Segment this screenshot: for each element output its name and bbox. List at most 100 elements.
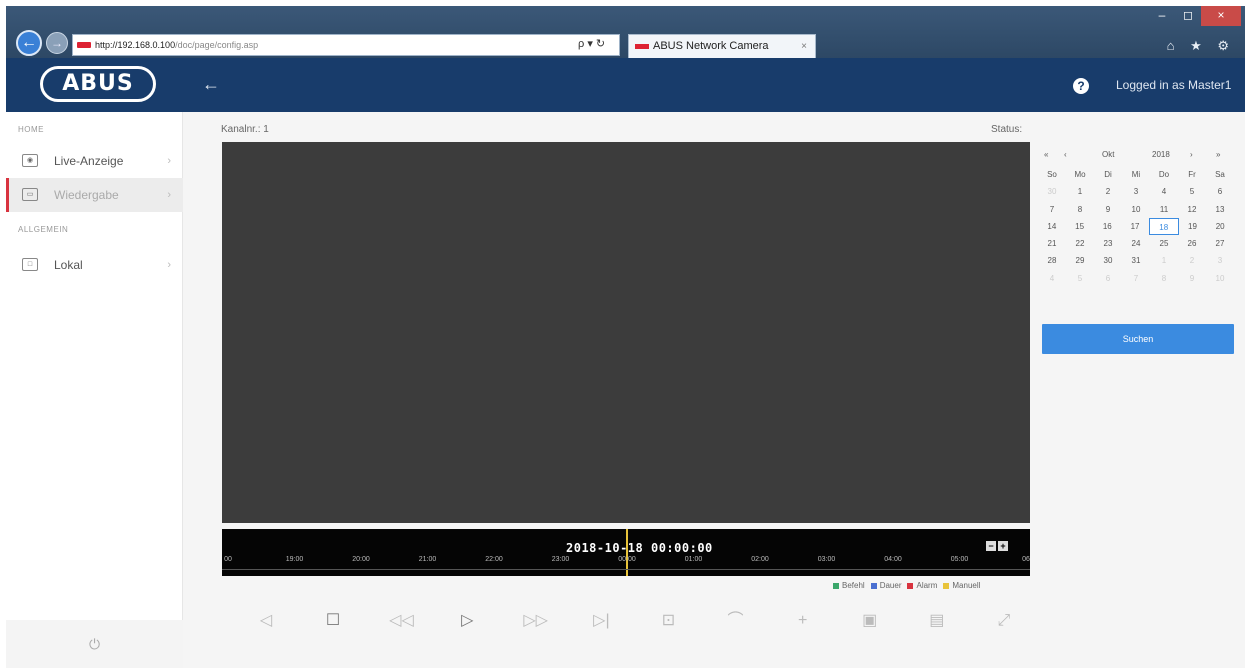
calendar-day[interactable]: 23 xyxy=(1094,235,1122,252)
calendar-day[interactable]: 30 xyxy=(1094,252,1122,269)
calendar-day[interactable]: 11 xyxy=(1150,201,1178,218)
close-window-button[interactable]: × xyxy=(1201,6,1241,26)
browser-tab[interactable]: ABUS Network Camera × xyxy=(628,34,816,58)
calendar-day[interactable]: 16 xyxy=(1093,218,1121,235)
calendar-day[interactable]: 4 xyxy=(1038,270,1066,287)
calendar-day[interactable]: 7 xyxy=(1122,270,1150,287)
slow-down-icon[interactable]: ◁◁ xyxy=(389,610,414,632)
calendar-day[interactable]: 4 xyxy=(1150,183,1178,200)
sidebar-item-lokal[interactable]: □ Lokal › xyxy=(6,248,183,282)
tab-close-icon[interactable]: × xyxy=(801,35,807,58)
fullscreen-icon[interactable]: ⤢ xyxy=(993,610,1015,632)
calendar-week-row: 30 1 2 3 4 5 6 xyxy=(1038,183,1234,200)
calendar-day[interactable]: 5 xyxy=(1066,270,1094,287)
calendar-day[interactable]: 8 xyxy=(1066,201,1094,218)
minimize-button[interactable]: – xyxy=(1149,6,1175,26)
browser-back-button[interactable]: ← xyxy=(16,30,42,56)
calendar-year[interactable]: 2018 xyxy=(1152,150,1170,159)
weekday-label: Fr xyxy=(1188,170,1196,179)
calendar-day[interactable]: 5 xyxy=(1178,183,1206,200)
next-year-icon[interactable]: » xyxy=(1216,150,1220,159)
help-icon[interactable]: ? xyxy=(1073,78,1089,94)
calendar-day[interactable]: 10 xyxy=(1122,201,1150,218)
calendar-day[interactable]: 2 xyxy=(1178,252,1206,269)
weekday-label: Di xyxy=(1104,170,1112,179)
url-path: /doc/page/config.asp xyxy=(175,40,259,50)
calendar-day[interactable]: 17 xyxy=(1121,218,1149,235)
calendar-day[interactable]: 26 xyxy=(1178,235,1206,252)
calendar-day[interactable]: 29 xyxy=(1066,252,1094,269)
browser-toolbar-icons[interactable]: ⌂ ★ ⚙ xyxy=(1167,38,1235,54)
playback-timeline[interactable]: 2018-10-18 00:00:00 − + 00 19:00 20:00 21:0… xyxy=(222,529,1030,576)
play-icon[interactable]: ▷ xyxy=(456,610,478,632)
clip-icon[interactable]: ⌒ xyxy=(725,610,747,632)
zoom-in-icon[interactable]: + xyxy=(998,541,1008,551)
legend-swatch xyxy=(833,582,839,589)
browser-forward-button[interactable]: → xyxy=(46,32,68,54)
login-status[interactable]: Logged in as Master1 xyxy=(1116,78,1231,92)
back-arrow-icon[interactable]: ← xyxy=(202,74,220,95)
legend-item: Alarm xyxy=(907,581,937,590)
calendar-day[interactable]: 3 xyxy=(1122,183,1150,200)
digital-zoom-icon[interactable]: + xyxy=(792,610,814,632)
calendar-day[interactable]: 10 xyxy=(1206,270,1234,287)
calendar-day[interactable]: 9 xyxy=(1094,201,1122,218)
calendar-day[interactable]: 1 xyxy=(1150,252,1178,269)
prev-year-icon[interactable]: « xyxy=(1044,150,1048,159)
local-settings-icon: □ xyxy=(22,258,38,271)
volume-icon[interactable]: ◁ xyxy=(255,610,277,632)
calendar-day[interactable]: 21 xyxy=(1038,235,1066,252)
calendar-day[interactable]: 8 xyxy=(1150,270,1178,287)
sidebar-item-label: Live-Anzeige xyxy=(54,154,124,168)
stop-icon[interactable]: ☐ xyxy=(322,610,344,632)
legend-label: Befehl xyxy=(842,581,865,590)
calendar-day[interactable]: 13 xyxy=(1206,201,1234,218)
sidebar-item-live-anzeige[interactable]: ◉ Live-Anzeige › xyxy=(6,144,183,178)
calendar-day[interactable]: 2 xyxy=(1094,183,1122,200)
snapshot-icon[interactable]: ⊡ xyxy=(657,610,679,632)
single-frame-icon[interactable]: ▷| xyxy=(590,610,612,632)
legend-swatch xyxy=(943,582,950,589)
calendar-day[interactable]: 6 xyxy=(1094,270,1122,287)
site-favicon-icon xyxy=(77,42,91,48)
playback-icon: ▭ xyxy=(22,188,38,201)
search-button[interactable]: Suchen xyxy=(1042,324,1234,354)
calendar-day[interactable]: 24 xyxy=(1122,235,1150,252)
zoom-out-icon[interactable]: − xyxy=(986,541,996,551)
calendar-day[interactable]: 30 xyxy=(1038,183,1066,200)
chevron-right-icon: › xyxy=(167,189,171,201)
calendar-day[interactable]: 1 xyxy=(1066,183,1094,200)
calendar-day[interactable]: 12 xyxy=(1178,201,1206,218)
video-player[interactable] xyxy=(222,142,1030,523)
calendar-day[interactable]: 3 xyxy=(1206,252,1234,269)
calendar-day[interactable]: 25 xyxy=(1150,235,1178,252)
calendar-day[interactable]: 6 xyxy=(1206,183,1234,200)
video-download-icon[interactable]: ▤ xyxy=(926,610,948,632)
playback-controls: ◁ ☐ ◁◁ ▷ ▷▷ ▷| ⊡ ⌒ + ▣ ▤ ⤢ xyxy=(255,607,1015,635)
timeline-tick-label: 02:00 xyxy=(751,556,769,563)
calendar-day[interactable]: 7 xyxy=(1038,201,1066,218)
calendar-day[interactable]: 18 xyxy=(1148,217,1179,236)
sidebar-item-wiedergabe[interactable]: ▭ Wiedergabe › xyxy=(6,178,183,212)
calendar-day[interactable]: 20 xyxy=(1206,218,1234,235)
calendar-day[interactable]: 27 xyxy=(1206,235,1234,252)
weekday-label: Mo xyxy=(1074,170,1086,179)
calendar-day[interactable]: 14 xyxy=(1038,218,1066,235)
calendar-day[interactable]: 19 xyxy=(1179,218,1207,235)
calendar-day[interactable]: 28 xyxy=(1038,252,1066,269)
prev-month-icon[interactable]: ‹ xyxy=(1064,150,1067,159)
calendar-month[interactable]: Okt xyxy=(1102,150,1114,159)
image-download-icon[interactable]: ▣ xyxy=(859,610,881,632)
calendar-day[interactable]: 9 xyxy=(1178,270,1206,287)
address-tools[interactable]: ρ ▾ ↻ xyxy=(578,34,605,54)
fast-forward-icon[interactable]: ▷▷ xyxy=(523,610,548,632)
url-host: http://192.168.0.100 xyxy=(95,40,176,50)
power-icon[interactable]: ⏻ xyxy=(6,620,183,668)
maximize-button[interactable]: ◻ xyxy=(1175,6,1201,26)
calendar-day[interactable]: 31 xyxy=(1122,252,1150,269)
calendar-day[interactable]: 15 xyxy=(1066,218,1094,235)
calendar-day[interactable]: 22 xyxy=(1066,235,1094,252)
address-bar[interactable]: http://192.168.0.100/doc/page/config.asp xyxy=(72,34,620,56)
tab-title: ABUS Network Camera xyxy=(653,40,769,52)
next-month-icon[interactable]: › xyxy=(1190,150,1193,159)
